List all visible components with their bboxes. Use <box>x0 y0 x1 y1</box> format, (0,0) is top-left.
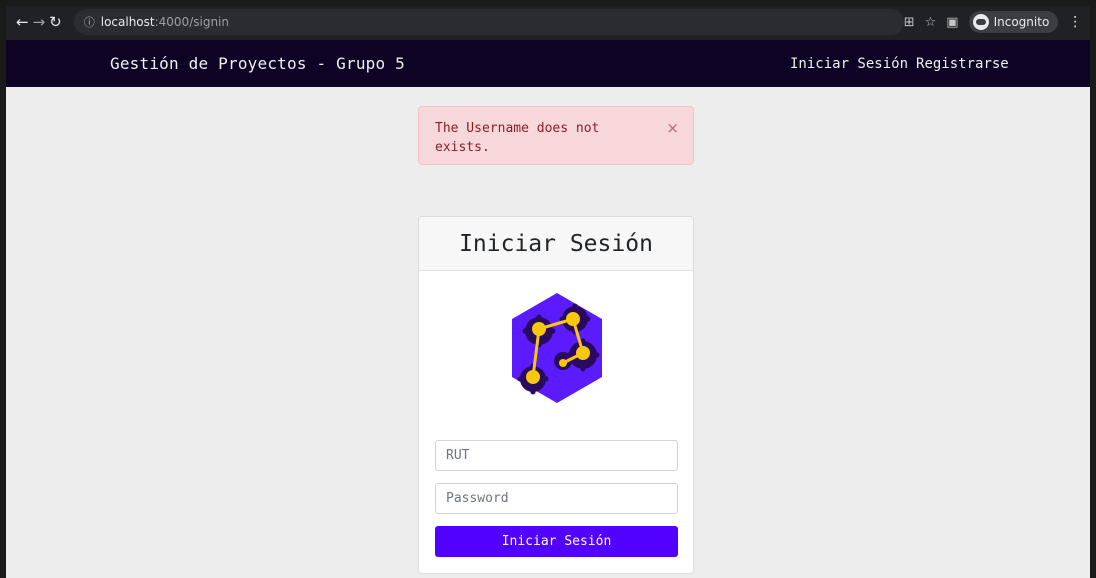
rut-input[interactable] <box>435 440 678 471</box>
nav-link-signin[interactable]: Iniciar Sesión <box>790 56 908 72</box>
navbar-links: Iniciar Sesión Registrarse <box>790 56 1009 72</box>
close-icon[interactable]: × <box>666 119 679 138</box>
incognito-badge[interactable]: Incognito <box>968 11 1059 33</box>
forward-icon[interactable]: → <box>33 11 46 33</box>
site-navbar: Gestión de Proyectos - Grupo 5 Iniciar S… <box>6 40 1090 87</box>
signin-button[interactable]: Iniciar Sesión <box>435 526 678 557</box>
card-title: Iniciar Sesión <box>419 217 693 271</box>
url-path: :4000/signin <box>154 15 229 29</box>
nav-link-register[interactable]: Registrarse <box>916 56 1009 72</box>
menu-kebab-icon[interactable]: ⋮ <box>1068 14 1082 30</box>
navbar-brand[interactable]: Gestión de Proyectos - Grupo 5 <box>110 54 405 73</box>
translate-icon[interactable]: ⊞ <box>904 15 915 30</box>
back-icon[interactable]: ← <box>16 11 29 33</box>
bookmark-star-icon[interactable]: ☆ <box>925 15 937 30</box>
error-alert: The Username does not exists. × <box>418 106 694 165</box>
incognito-icon <box>972 14 989 30</box>
signin-card: Iniciar Sesión RUT Iniciar Sesión <box>418 216 694 574</box>
address-bar[interactable]: ⓘ localhost:4000/signin <box>73 9 904 35</box>
alert-message: The Username does not exists. <box>435 121 600 155</box>
url-host: localhost <box>100 15 155 29</box>
side-panel-icon[interactable]: ▣ <box>946 15 958 30</box>
info-icon[interactable]: ⓘ <box>84 14 95 30</box>
browser-window: ← → ↻ ⓘ localhost:4000/signin ⊞ ☆ ▣ Inco… <box>0 0 1096 578</box>
reload-icon[interactable]: ↻ <box>49 11 62 33</box>
app-logo <box>512 293 602 403</box>
incognito-label: Incognito <box>993 15 1050 29</box>
password-input[interactable] <box>435 483 678 514</box>
browser-toolbar: ← → ↻ ⓘ localhost:4000/signin ⊞ ☆ ▣ Inco… <box>6 0 1090 40</box>
